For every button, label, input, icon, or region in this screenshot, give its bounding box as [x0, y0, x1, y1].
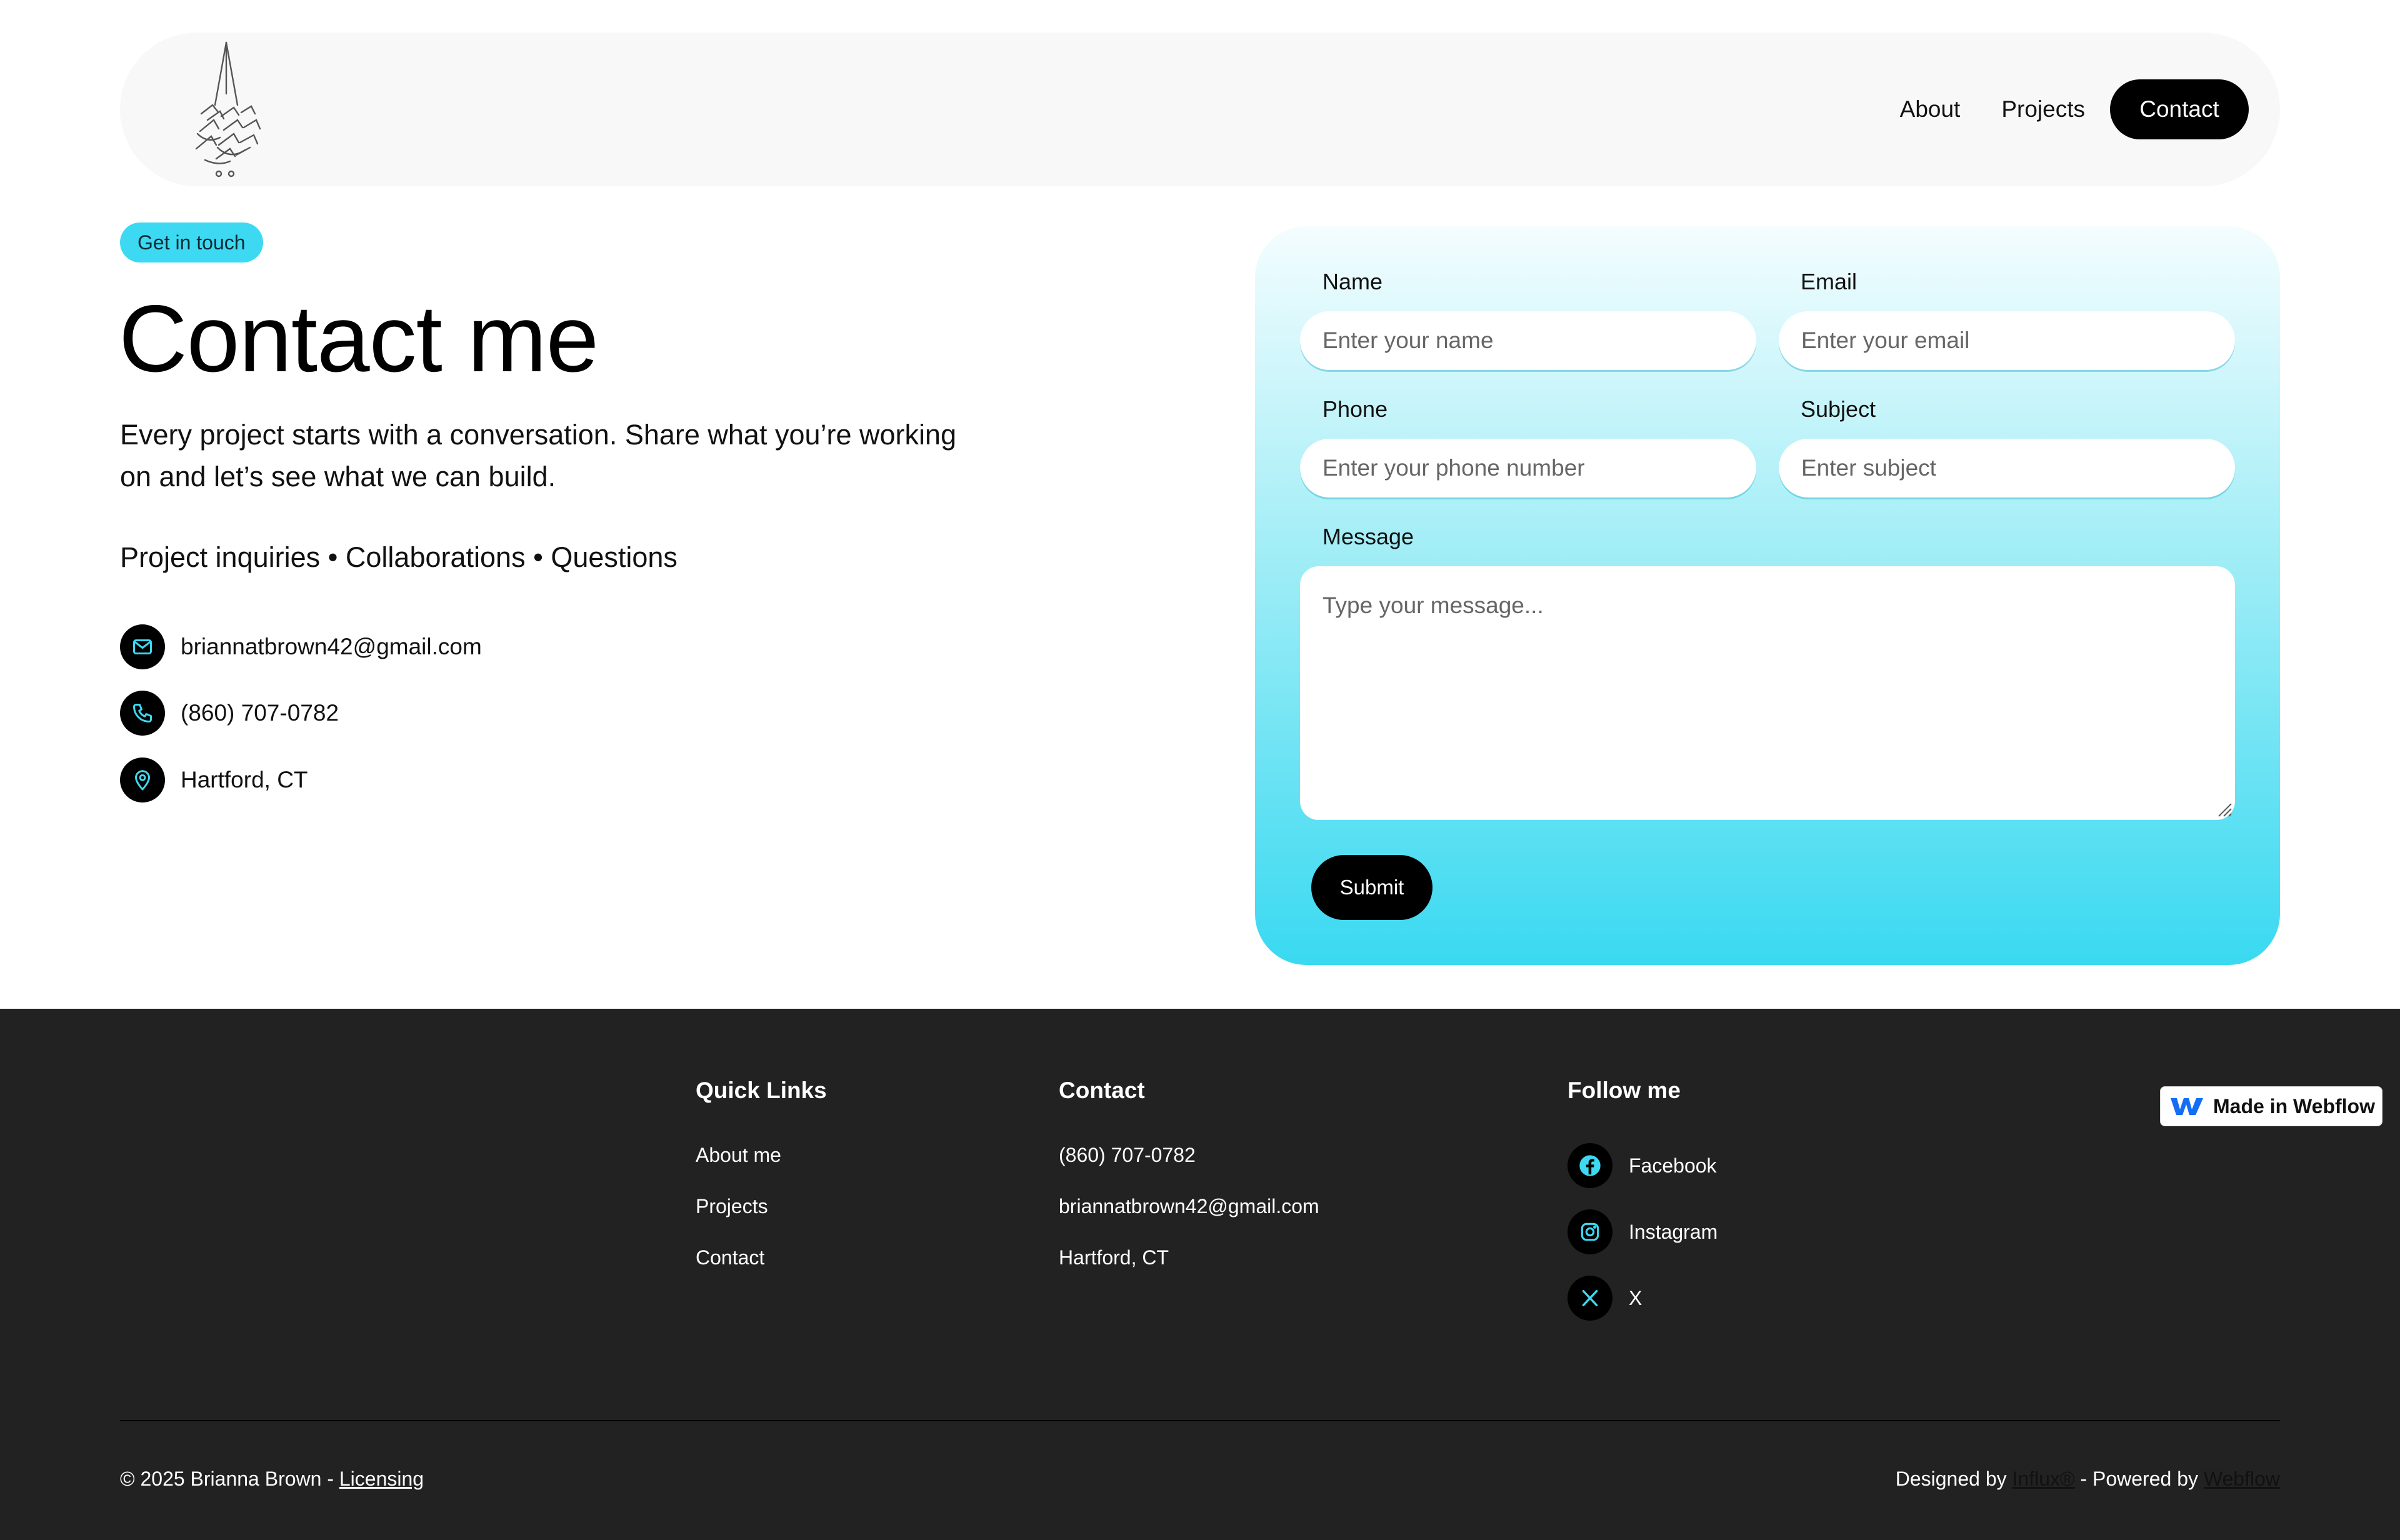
nav-link-projects[interactable]: Projects: [2001, 96, 2085, 122]
footer-link-about[interactable]: About me: [696, 1144, 781, 1167]
subject-input[interactable]: Enter subject: [1779, 439, 2235, 498]
message-textarea[interactable]: Type your message...: [1300, 566, 2235, 820]
made-in-webflow-badge[interactable]: Made in Webflow: [2160, 1086, 2382, 1126]
quick-links-title: Quick Links: [696, 1078, 827, 1103]
name-input[interactable]: Enter your name: [1300, 311, 1756, 370]
footer-contact-title: Contact: [1059, 1078, 1145, 1103]
instagram-icon: [1568, 1209, 1612, 1254]
intro-text: Every project starts with a conversation…: [120, 419, 957, 492]
resize-handle-icon[interactable]: [2214, 799, 2232, 818]
footer-phone[interactable]: (860) 707-0782: [1059, 1144, 1196, 1167]
licensing-link[interactable]: Licensing: [339, 1468, 424, 1490]
contact-phone-row: (860) 707-0782: [120, 690, 339, 736]
footer: Quick Links About me Projects Contact Co…: [0, 1009, 2400, 1540]
footer-link-contact[interactable]: Contact: [696, 1246, 764, 1269]
get-in-touch-badge: Get in touch: [120, 222, 263, 262]
credits: Designed by Influx® - Powered by Webflow: [1896, 1468, 2280, 1491]
phone-input[interactable]: Enter your phone number: [1300, 439, 1756, 498]
contact-email-row: briannatbrown42@gmail.com: [120, 624, 482, 670]
site-logo[interactable]: [182, 38, 270, 181]
contact-location-row: Hartford, CT: [120, 757, 308, 803]
footer-location: Hartford, CT: [1059, 1246, 1169, 1269]
phone-icon: [120, 691, 165, 736]
powered-by-text: - Powered by: [2074, 1468, 2204, 1490]
social-link-facebook[interactable]: Facebook: [1568, 1142, 1717, 1189]
nav-contact-button[interactable]: Contact: [2110, 79, 2249, 139]
footer-link-projects[interactable]: Projects: [696, 1195, 768, 1218]
name-label: Name: [1322, 269, 1383, 294]
social-link-instagram[interactable]: Instagram: [1568, 1209, 1718, 1255]
contact-location: Hartford, CT: [181, 767, 308, 792]
nav-link-about[interactable]: About: [1900, 96, 1961, 122]
footer-email[interactable]: briannatbrown42@gmail.com: [1059, 1195, 1319, 1218]
services-list: Project inquiries • Collaborations • Que…: [120, 541, 678, 573]
email-label: Email: [1801, 269, 1858, 294]
contact-phone[interactable]: (860) 707-0782: [181, 700, 339, 726]
phone-label: Phone: [1322, 396, 1388, 422]
message-label: Message: [1322, 524, 1414, 549]
x-label: X: [1629, 1286, 1642, 1309]
mail-icon: [120, 624, 165, 669]
designer-link[interactable]: Influx®: [2012, 1468, 2075, 1490]
facebook-icon: [1568, 1143, 1612, 1188]
email-input[interactable]: Enter your email: [1779, 311, 2235, 370]
submit-button[interactable]: Submit: [1311, 855, 1432, 920]
main-nav: About Projects Contact: [1900, 79, 2249, 139]
follow-me-title: Follow me: [1568, 1078, 1681, 1103]
footer-divider: [120, 1420, 2280, 1421]
message-placeholder: Type your message...: [1322, 592, 1544, 618]
x-icon: [1568, 1276, 1612, 1321]
contact-form: Name Enter your name Email Enter your em…: [1255, 226, 2280, 965]
webflow-logo-icon: [2171, 1098, 2203, 1115]
facebook-label: Facebook: [1629, 1154, 1717, 1177]
page-title: Contact me: [119, 286, 599, 392]
webflow-link[interactable]: Webflow: [2204, 1468, 2280, 1490]
designed-by-text: Designed by: [1895, 1468, 2012, 1490]
contact-email[interactable]: briannatbrown42@gmail.com: [181, 634, 482, 660]
page: About Projects Contact Get in touch Cont…: [0, 0, 2400, 1540]
navbar: About Projects Contact: [120, 32, 2280, 186]
subject-label: Subject: [1801, 396, 1876, 422]
copyright: © 2025 Brianna Brown - Licensing: [120, 1468, 424, 1491]
webflow-badge-text: Made in Webflow: [2213, 1094, 2375, 1118]
social-link-x[interactable]: X: [1568, 1275, 1642, 1321]
location-pin-icon: [120, 758, 165, 802]
copyright-text: © 2025 Brianna Brown -: [120, 1468, 339, 1490]
instagram-label: Instagram: [1629, 1220, 1718, 1243]
